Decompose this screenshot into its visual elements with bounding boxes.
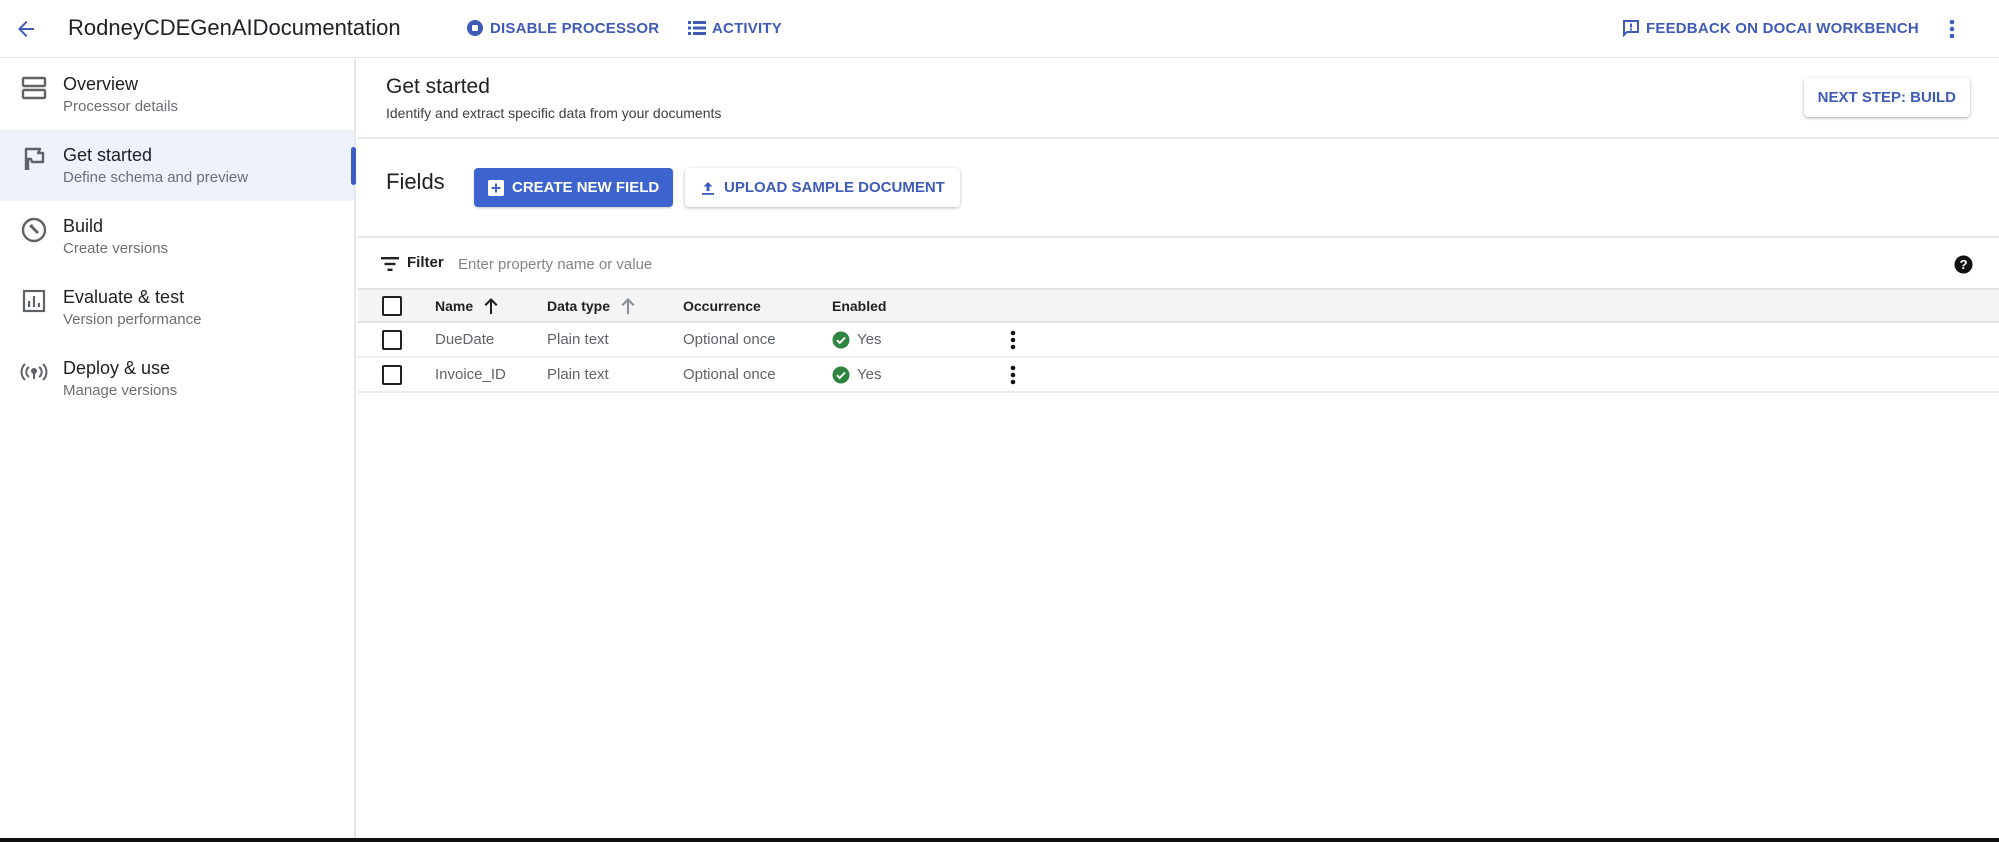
add-box-icon <box>488 179 504 196</box>
sidebar-item-title: Build <box>63 216 104 236</box>
filter-icon <box>381 257 399 271</box>
flag-icon <box>20 145 48 173</box>
upload-sample-document-button[interactable]: UPLOAD SAMPLE DOCUMENT <box>685 168 960 207</box>
sidebar-item-build[interactable]: Build Create versions <box>0 201 354 272</box>
stop-circle-icon <box>466 19 484 37</box>
more-vert-icon <box>1949 19 1955 39</box>
list-icon <box>688 19 706 37</box>
sort-arrow-up-icon[interactable] <box>620 297 636 315</box>
select-all-checkbox[interactable] <box>382 295 402 316</box>
sort-arrow-up-icon[interactable] <box>483 297 499 315</box>
table-header: Name Data type Occurrence Enabled <box>358 288 1999 323</box>
sidebar-nav: Overview Processor details Get started D… <box>0 59 356 842</box>
page-subtitle: Identify and extract specific data from … <box>386 105 722 121</box>
sidebar-item-title: Deploy & use <box>63 358 171 378</box>
create-new-field-label: CREATE NEW FIELD <box>512 179 660 196</box>
feedback-button[interactable]: FEEDBACK ON DOCAI WORKBENCH <box>1622 19 1919 37</box>
field-data-type: Plain text <box>547 331 609 348</box>
column-header-name[interactable]: Name <box>435 290 499 321</box>
table-row[interactable]: DueDate Plain text Optional once Yes <box>358 323 1999 358</box>
fields-table: Name Data type Occurrence Enabled DueDat… <box>358 288 1999 393</box>
sidebar-item-subtitle: Manage versions <box>63 382 178 399</box>
sidebar-item-subtitle: Processor details <box>63 98 179 115</box>
help-icon[interactable]: ? <box>1954 255 1973 274</box>
activity-label: ACTIVITY <box>712 19 782 37</box>
field-name: Invoice_ID <box>435 366 506 383</box>
filter-label: Filter <box>407 254 444 271</box>
filter-input[interactable] <box>458 248 1058 280</box>
sidebar-item-overview[interactable]: Overview Processor details <box>0 59 354 130</box>
bottom-border <box>0 838 1999 842</box>
next-step-build-button[interactable]: NEXT STEP: BUILD <box>1803 78 1970 117</box>
field-name: DueDate <box>435 331 495 348</box>
more-vert-icon <box>1010 330 1016 349</box>
row-more-button[interactable] <box>1003 358 1023 391</box>
create-new-field-button[interactable]: CREATE NEW FIELD <box>474 168 674 207</box>
build-icon <box>20 216 48 244</box>
page-header: Get started Identify and extract specifi… <box>358 59 1999 139</box>
back-button[interactable] <box>10 13 42 45</box>
upload-sample-document-label: UPLOAD SAMPLE DOCUMENT <box>724 179 945 196</box>
field-data-type: Plain text <box>547 366 609 383</box>
active-indicator <box>351 147 356 185</box>
deploy-icon <box>20 358 48 386</box>
disable-processor-label: DISABLE PROCESSOR <box>490 19 660 37</box>
fields-toolbar: Fields CREATE NEW FIELD UPLOAD SAMPLE DO… <box>358 139 1999 238</box>
main-content: Get started Identify and extract specifi… <box>358 59 1999 842</box>
row-checkbox[interactable] <box>382 364 402 385</box>
processor-title: RodneyCDEGenAIDocumentation <box>68 15 401 40</box>
arrow-back-icon <box>18 21 34 37</box>
row-checkbox[interactable] <box>382 329 402 350</box>
more-vert-icon <box>1010 365 1016 384</box>
top-app-bar: RodneyCDEGenAIDocumentation DISABLE PROC… <box>0 0 1999 58</box>
enabled-value: Yes <box>857 366 882 383</box>
column-header-enabled: Enabled <box>832 297 887 314</box>
field-occurrence: Optional once <box>683 331 776 348</box>
check-circle-icon <box>832 366 850 383</box>
overview-icon <box>20 74 48 102</box>
page-title: Get started <box>386 75 490 98</box>
upload-icon <box>702 181 714 195</box>
field-enabled: Yes <box>832 323 881 356</box>
sidebar-item-subtitle: Version performance <box>63 311 202 328</box>
field-enabled: Yes <box>832 358 881 391</box>
sidebar-item-deploy[interactable]: Deploy & use Manage versions <box>0 343 354 414</box>
sidebar-item-title: Overview <box>63 74 139 94</box>
check-circle-icon <box>832 331 850 348</box>
chart-icon <box>20 287 48 315</box>
disable-processor-button[interactable]: DISABLE PROCESSOR <box>466 19 659 37</box>
table-row[interactable]: Invoice_ID Plain text Optional once Yes <box>358 358 1999 393</box>
sidebar-item-subtitle: Define schema and preview <box>63 169 249 186</box>
sidebar-item-get-started[interactable]: Get started Define schema and preview <box>0 130 356 201</box>
filter-bar: Filter ? <box>358 240 1999 288</box>
more-options-button[interactable] <box>1942 14 1962 44</box>
activity-button[interactable]: ACTIVITY <box>688 19 782 37</box>
svg-text:?: ? <box>1959 257 1967 272</box>
feedback-label: FEEDBACK ON DOCAI WORKBENCH <box>1646 19 1919 37</box>
row-more-button[interactable] <box>1003 323 1023 356</box>
feedback-icon <box>1622 19 1640 37</box>
fields-heading: Fields <box>386 169 445 194</box>
sidebar-item-subtitle: Create versions <box>63 240 169 257</box>
sidebar-item-evaluate[interactable]: Evaluate & test Version performance <box>0 272 354 343</box>
sidebar-item-title: Get started <box>63 145 153 165</box>
sidebar-item-title: Evaluate & test <box>63 287 185 307</box>
column-header-occurrence: Occurrence <box>683 297 761 314</box>
field-occurrence: Optional once <box>683 366 776 383</box>
column-header-data-type[interactable]: Data type <box>547 290 636 321</box>
enabled-value: Yes <box>857 331 882 348</box>
